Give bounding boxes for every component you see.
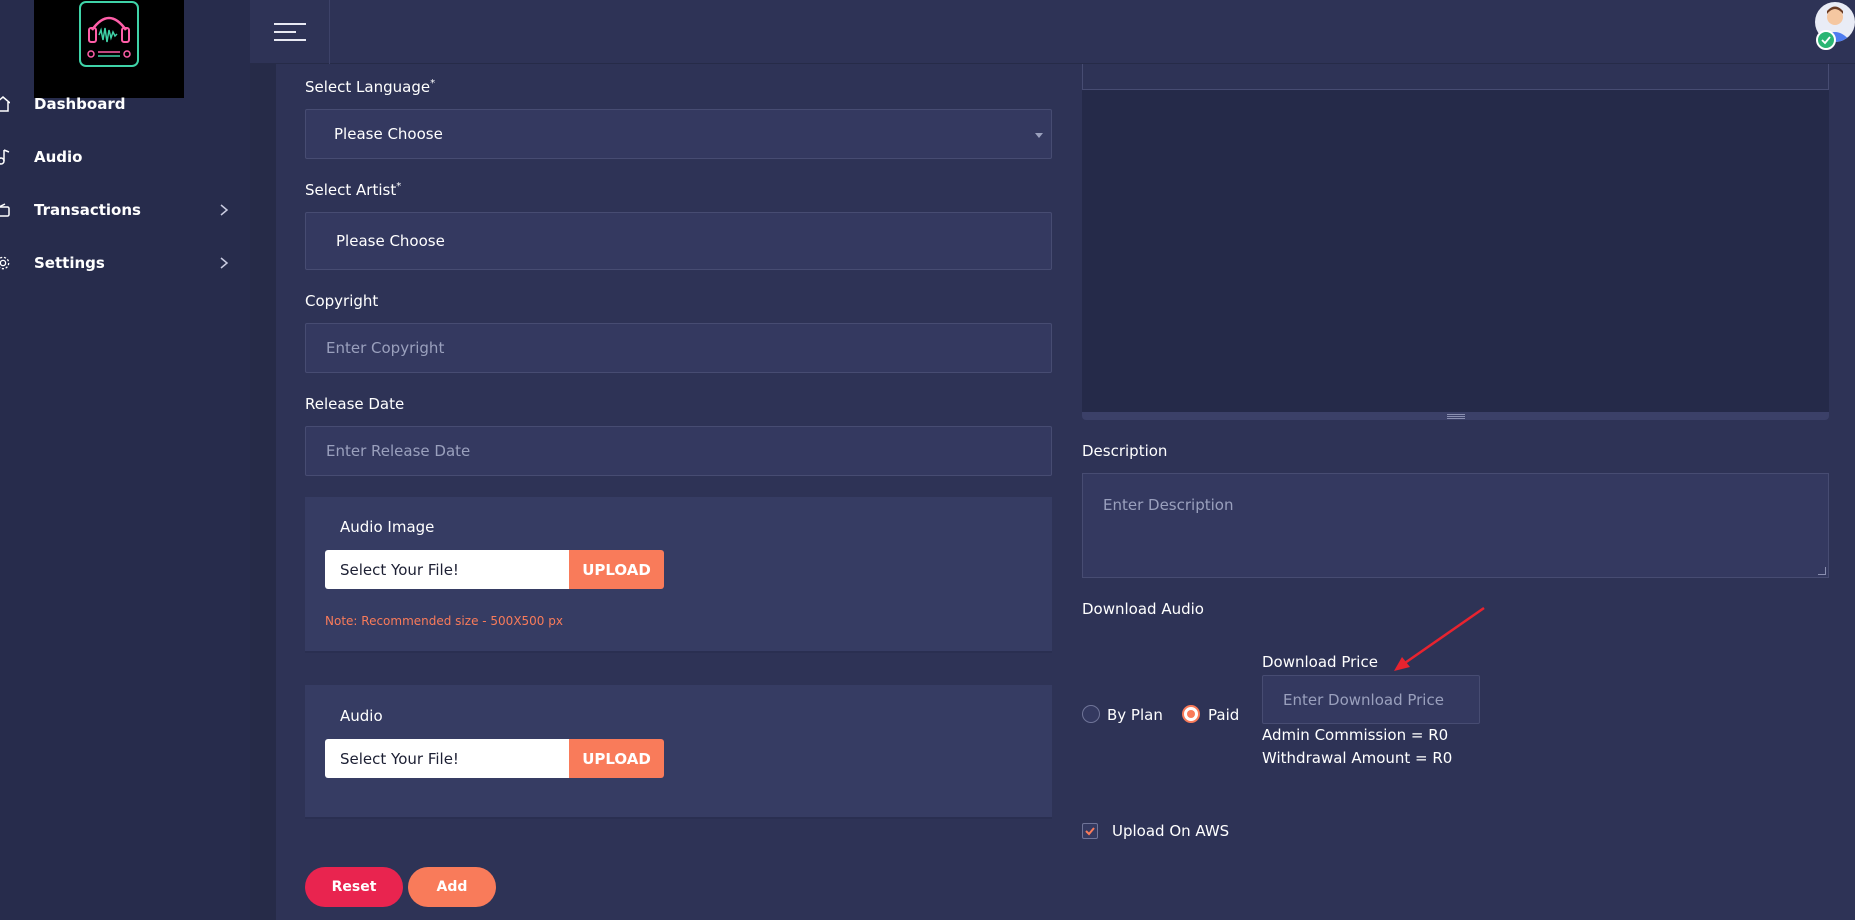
sidebar-item-label: Settings (34, 254, 105, 272)
audio-title: Audio (340, 707, 383, 725)
release-date-placeholder: Enter Release Date (326, 442, 471, 460)
hamburger-icon (273, 17, 306, 47)
chevron-right-icon (220, 204, 229, 216)
sidebar-item-label: Transactions (34, 201, 141, 219)
wallet-icon (0, 203, 10, 217)
by-plan-radio[interactable] (1082, 705, 1100, 723)
sidebar-item-transactions[interactable]: Transactions (0, 195, 240, 225)
copyright-input[interactable]: Enter Copyright (305, 323, 1052, 373)
release-date-input[interactable]: Enter Release Date (305, 426, 1052, 476)
copyright-label: Copyright (305, 292, 379, 310)
audio-file-input[interactable]: Select Your File! (325, 739, 569, 778)
paid-radio[interactable] (1182, 705, 1200, 723)
description-textarea[interactable]: Enter Description (1082, 473, 1829, 578)
sidebar-item-audio[interactable]: Audio (0, 142, 240, 172)
rich-text-editor[interactable] (1082, 90, 1829, 412)
paid-label: Paid (1208, 706, 1240, 724)
audio-file-picker: Select Your File! UPLOAD (325, 739, 664, 778)
home-icon (0, 96, 10, 112)
artist-label: Select Artist* (305, 181, 402, 199)
headphones-logo-icon (79, 1, 139, 67)
admin-commission-text: Admin Commission = R0 (1262, 726, 1449, 744)
sidebar-item-dashboard[interactable]: Dashboard (0, 89, 240, 119)
language-label: Select Language* (305, 78, 436, 96)
editor-toolbar (1082, 64, 1829, 90)
chevron-right-icon (220, 257, 229, 269)
download-price-label: Download Price (1262, 653, 1378, 671)
audio-image-file-picker: Select Your File! UPLOAD (325, 550, 664, 589)
audio-panel: Audio Select Your File! UPLOAD (305, 685, 1052, 819)
release-date-label: Release Date (305, 395, 405, 413)
download-price-placeholder: Enter Download Price (1283, 690, 1444, 709)
menu-toggle-button[interactable] (250, 0, 330, 64)
language-select[interactable]: Please Choose (305, 109, 1052, 159)
withdrawal-amount-text: Withdrawal Amount = R0 (1262, 749, 1453, 767)
audio-image-title: Audio Image (340, 518, 435, 536)
download-audio-label: Download Audio (1082, 600, 1204, 618)
red-arrow-annotation (1394, 606, 1485, 671)
description-label: Description (1082, 442, 1168, 460)
sidebar-item-label: Audio (34, 148, 83, 166)
music-note-icon (0, 149, 10, 165)
top-bar (250, 0, 1855, 64)
sidebar-item-label: Dashboard (34, 95, 126, 113)
audio-image-upload-button[interactable]: UPLOAD (569, 550, 664, 589)
audio-image-file-input[interactable]: Select Your File! (325, 550, 569, 589)
upload-aws-checkbox[interactable] (1082, 823, 1098, 839)
sidebar-item-settings[interactable]: Settings (0, 248, 240, 278)
content-gutter (250, 64, 276, 920)
app-logo[interactable] (34, 0, 184, 98)
audio-image-panel: Audio Image Select Your File! UPLOAD Not… (305, 497, 1052, 653)
sidebar: Dashboard Audio Transactions Settings (0, 0, 250, 920)
reset-button[interactable]: Reset (305, 867, 403, 907)
verified-badge-icon (1816, 30, 1836, 50)
gear-icon (0, 256, 10, 270)
caret-down-icon (1035, 133, 1043, 138)
description-placeholder: Enter Description (1103, 496, 1234, 514)
add-button[interactable]: Add (408, 867, 496, 907)
check-icon (1085, 827, 1095, 836)
artist-select-value: Please Choose (336, 232, 445, 250)
language-select-value: Please Choose (334, 125, 443, 143)
textarea-resize-icon[interactable] (1818, 567, 1826, 575)
resize-grip-icon[interactable] (1447, 413, 1465, 420)
by-plan-label: By Plan (1107, 706, 1163, 724)
download-price-input[interactable]: Enter Download Price (1262, 675, 1480, 724)
upload-aws-label: Upload On AWS (1112, 822, 1230, 840)
audio-image-note: Note: Recommended size - 500X500 px (325, 614, 563, 628)
copyright-placeholder: Enter Copyright (326, 339, 445, 357)
audio-upload-button[interactable]: UPLOAD (569, 739, 664, 778)
artist-select[interactable]: Please Choose (305, 212, 1052, 270)
